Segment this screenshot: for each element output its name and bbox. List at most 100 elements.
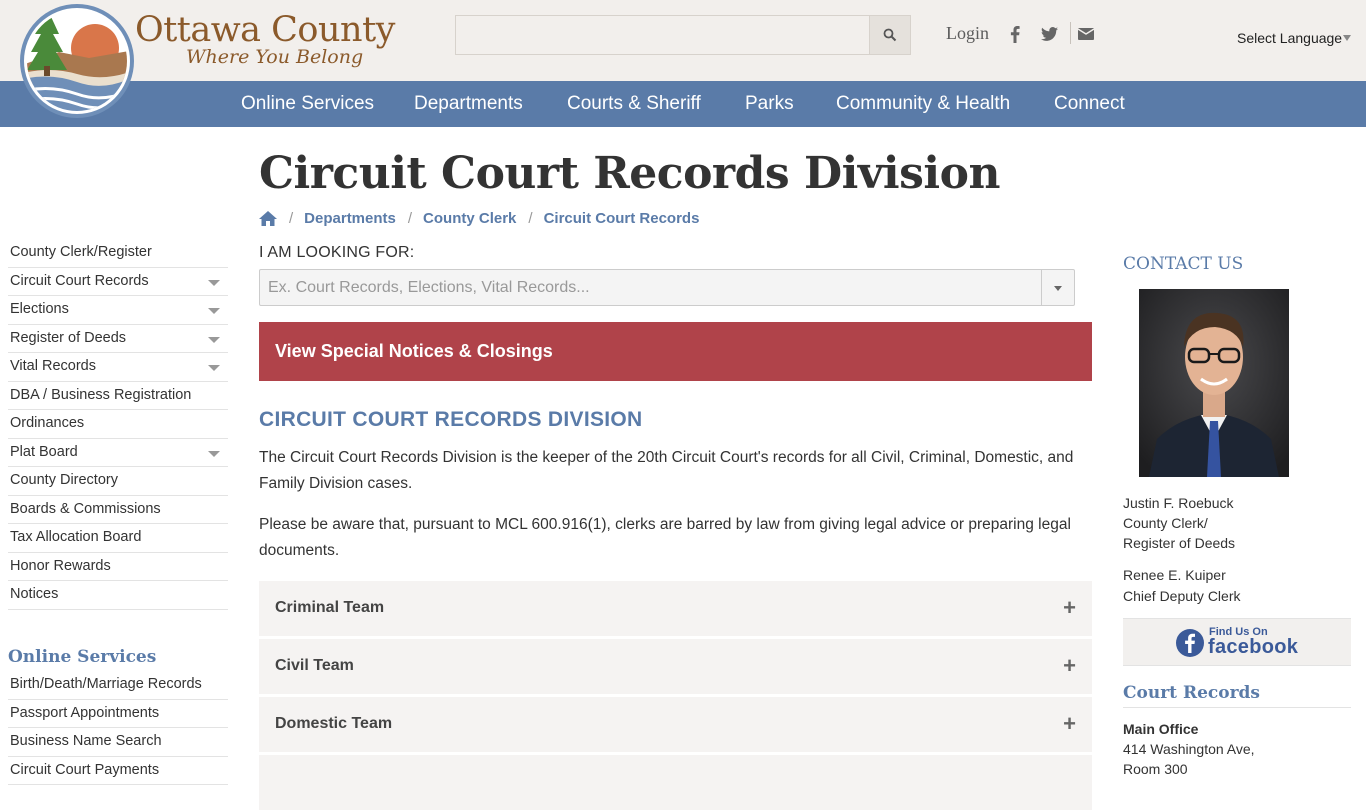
main-office-label: Main Office — [1123, 721, 1199, 737]
main-nav: Online Services Departments Courts & She… — [0, 81, 1366, 127]
deputy-name: Renee E. Kuiper — [1123, 567, 1226, 583]
looking-for-dropdown-button[interactable] — [1041, 270, 1074, 305]
twitter-icon[interactable] — [1039, 24, 1059, 44]
sidebar-item[interactable]: DBA / Business Registration — [8, 382, 228, 410]
facebook-badge-line2: facebook — [1208, 636, 1299, 658]
home-icon[interactable] — [259, 210, 277, 226]
deputy-title: Chief Deputy Clerk — [1123, 588, 1241, 604]
clerk-name: Justin F. Roebuck — [1123, 495, 1234, 511]
breadcrumb-departments[interactable]: Departments — [304, 210, 396, 227]
header-divider — [1070, 22, 1071, 44]
sidebar-item[interactable]: Register of Deeds — [8, 325, 228, 353]
sidebar-item-label: County Clerk/Register — [10, 244, 152, 260]
clerk-title-line1: County Clerk/ — [1123, 515, 1208, 531]
breadcrumb-separator: / — [407, 209, 413, 227]
nav-online-services[interactable]: Online Services — [241, 93, 374, 115]
envelope-icon[interactable] — [1076, 24, 1096, 44]
looking-for-label: I AM LOOKING FOR: — [259, 244, 415, 261]
nav-parks[interactable]: Parks — [745, 93, 794, 115]
breadcrumb: / Departments / County Clerk / Circuit C… — [259, 208, 699, 228]
sidebar-item[interactable]: Ordinances — [8, 410, 228, 439]
sidebar-item-label: Register of Deeds — [10, 329, 127, 346]
chevron-down-icon[interactable] — [208, 279, 220, 286]
plus-icon: + — [1063, 595, 1076, 620]
accordion-label: Domestic Team — [275, 715, 393, 732]
sidebar-item[interactable]: Plat Board — [8, 439, 228, 467]
chevron-down-icon[interactable] — [208, 308, 220, 314]
chevron-down-icon[interactable] — [208, 336, 220, 343]
sidebar-item[interactable]: Notices — [8, 581, 228, 610]
facebook-icon[interactable] — [1005, 24, 1025, 44]
page-title: Circuit Court Records Division — [259, 148, 1000, 199]
nav-community-health[interactable]: Community & Health — [836, 93, 1010, 115]
sidebar-item-label: Honor Rewards — [10, 557, 111, 574]
language-select[interactable]: Select Language — [1237, 30, 1342, 46]
sidebar-item-label: Circuit Court Records — [10, 272, 149, 289]
clerk-title-line2: Register of Deeds — [1123, 535, 1236, 551]
sidebar-item-label: Ordinances — [10, 415, 85, 431]
looking-for-input[interactable]: Ex. Court Records, Elections, Vital Reco… — [268, 279, 590, 297]
court-records-heading: Court Records — [1123, 683, 1261, 703]
accordion-criminal-team[interactable]: Criminal Team + — [259, 581, 1092, 636]
sidebar-item[interactable]: Elections — [8, 296, 228, 325]
breadcrumb-circuit-court-records[interactable]: Circuit Court Records — [544, 210, 700, 227]
online-service-item[interactable]: Birth/Death/Marriage Records — [8, 671, 228, 700]
sidebar-item[interactable]: Honor Rewards — [8, 553, 228, 581]
brand-name[interactable]: Ottawa County — [135, 10, 395, 50]
facebook-icon — [1176, 629, 1204, 657]
sidebar-nav: County Clerk/Register Circuit Court Recor… — [8, 239, 228, 610]
county-logo[interactable] — [19, 4, 135, 118]
contact-heading: CONTACT US — [1123, 254, 1244, 274]
sidebar-item-label: Notices — [10, 586, 59, 602]
sidebar-item[interactable]: Tax Allocation Board — [8, 524, 228, 553]
nav-courts-sheriff[interactable]: Courts & Sheriff — [567, 93, 701, 115]
online-service-item[interactable]: Business Name Search — [8, 728, 228, 757]
brand-tagline: Where You Belong — [186, 46, 364, 68]
divider — [1123, 707, 1351, 708]
plus-icon: + — [1063, 653, 1076, 678]
accordion-label: Criminal Team — [275, 599, 385, 616]
breadcrumb-separator: / — [289, 209, 294, 227]
sidebar-item-label: Plat Board — [10, 443, 78, 460]
nav-connect[interactable]: Connect — [1054, 93, 1125, 115]
accordion-civil-team[interactable]: Civil Team + — [259, 639, 1092, 694]
address-line2: Room 300 — [1123, 761, 1188, 777]
sidebar-item[interactable]: Vital Records — [8, 353, 228, 382]
site-search-input[interactable] — [455, 15, 870, 55]
breadcrumb-county-clerk[interactable]: County Clerk — [423, 210, 516, 227]
sidebar-item[interactable]: Boards & Commissions — [8, 496, 228, 524]
nav-departments[interactable]: Departments — [414, 93, 523, 115]
online-service-item[interactable]: Circuit Court Payments — [8, 757, 228, 785]
chevron-down-icon[interactable] — [208, 365, 220, 371]
clerk-portrait — [1139, 289, 1289, 477]
accordion-label: Civil Team — [275, 657, 354, 674]
login-link[interactable]: Login — [946, 23, 989, 44]
sidebar-item-label: Vital Records — [10, 358, 96, 374]
section-title: CIRCUIT COURT RECORDS DIVISION — [259, 408, 643, 431]
accordion-next-item[interactable] — [259, 755, 1092, 810]
sidebar-item-label: Boards & Commissions — [10, 500, 161, 517]
chevron-down-icon[interactable] — [208, 450, 220, 457]
plus-icon: + — [1063, 711, 1076, 736]
search-button[interactable] — [869, 15, 911, 55]
legal-notice-paragraph: Please be aware that, pursuant to MCL 60… — [259, 516, 1071, 559]
breadcrumb-separator: / — [528, 209, 533, 227]
sidebar-item-label: Tax Allocation Board — [10, 529, 142, 545]
facebook-badge-link[interactable]: Find Us On facebook — [1123, 618, 1351, 666]
online-services-heading: Online Services — [8, 647, 157, 667]
address-line1: 414 Washington Ave, — [1123, 741, 1255, 757]
sidebar-item[interactable]: Circuit Court Records — [8, 268, 228, 296]
site-header: Ottawa County Where You Belong Login Sel… — [0, 0, 1366, 81]
chevron-down-icon — [1343, 35, 1351, 41]
sidebar-item[interactable]: County Clerk/Register — [8, 239, 228, 268]
accordion-domestic-team[interactable]: Domestic Team + — [259, 697, 1092, 752]
special-notices-button[interactable]: View Special Notices & Closings — [259, 322, 1092, 381]
looking-for-select[interactable]: Ex. Court Records, Elections, Vital Reco… — [259, 269, 1075, 306]
online-service-item[interactable]: Passport Appointments — [8, 700, 228, 728]
sidebar-item-label: County Directory — [10, 472, 118, 488]
search-icon — [883, 28, 897, 42]
sidebar-item-label: DBA / Business Registration — [10, 386, 192, 403]
sidebar-item-label: Elections — [10, 301, 69, 317]
sidebar-item[interactable]: County Directory — [8, 467, 228, 496]
intro-paragraph: The Circuit Court Records Division is th… — [259, 449, 1074, 492]
